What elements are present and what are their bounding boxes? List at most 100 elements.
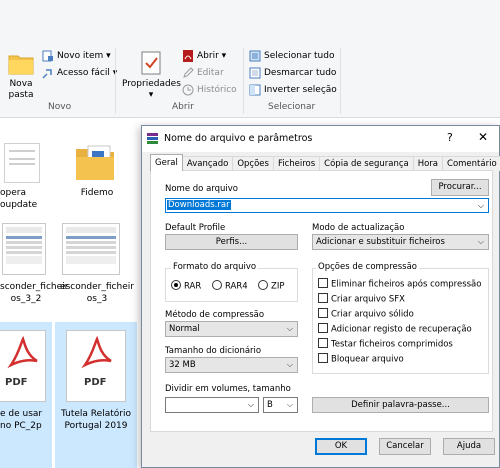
close-icon[interactable]: ✕: [478, 130, 488, 144]
easy-access-label: Acesso fácil: [57, 68, 110, 78]
select-all-icon: [249, 50, 261, 61]
file-name: sconder_ficheir os_3_2: [0, 282, 69, 304]
tab-backup[interactable]: Cópia de segurança: [319, 156, 414, 171]
select-all-button[interactable]: Selecionar tudo: [249, 48, 334, 64]
dictionary-size-select[interactable]: 32 MB ⌵: [165, 357, 298, 373]
properties-button[interactable]: Propriedades ▾: [122, 50, 181, 101]
ok-button[interactable]: OK: [315, 438, 367, 455]
update-mode-value: Adicionar e substituir ficheiros: [316, 237, 445, 247]
chevron-down-icon: ⌵: [286, 324, 293, 333]
checkbox-icon: [318, 308, 328, 318]
new-folder-icon: [8, 55, 34, 75]
checkbox-icon: [318, 293, 328, 303]
update-mode-select[interactable]: Adicionar e substituir ficheiros ⌵: [312, 234, 489, 250]
new-folder-button[interactable]: Nova pasta: [2, 50, 40, 101]
radio-label: RAR: [184, 281, 202, 292]
help-icon[interactable]: ?: [447, 131, 453, 144]
tab-time[interactable]: Hora: [412, 156, 444, 171]
tab-advanced[interactable]: Avançado: [181, 156, 234, 171]
file-name: Fidemo: [80, 188, 114, 198]
help-button[interactable]: Ajuda: [443, 438, 495, 455]
chevron-down-icon: ▾: [106, 51, 111, 61]
ribbon: Nova pasta Novo item ▾ Acesso fácil ▾ No…: [0, 0, 500, 118]
tab-options[interactable]: Opções: [232, 156, 274, 171]
file-name: Tutela Relatório Portugal 2019: [61, 409, 131, 431]
compression-method-select[interactable]: Normal ⌵: [165, 321, 298, 337]
file-item[interactable]: esconder_ficheir os_3: [58, 219, 136, 311]
file-name: esconder_ficheir os_3: [60, 282, 134, 304]
select-none-button[interactable]: Desmarcar tudo: [249, 65, 336, 81]
pdf-file-icon: PDF: [66, 330, 126, 402]
recovery-record-checkbox[interactable]: Adicionar registo de recuperação: [318, 323, 472, 336]
checkbox-icon: [318, 353, 328, 363]
easy-access-button[interactable]: Acesso fácil ▾: [42, 65, 117, 81]
new-item-icon: [42, 50, 53, 61]
select-none-icon: [249, 67, 261, 78]
edit-button[interactable]: Editar: [182, 65, 224, 81]
checkbox-label: Adicionar registo de recuperação: [331, 324, 472, 335]
create-sfx-checkbox[interactable]: Criar arquivo SFX: [318, 293, 405, 306]
radio-icon: [212, 280, 222, 290]
ribbon-separator: [243, 48, 244, 114]
invert-selection-button[interactable]: Inverter seleção: [249, 82, 337, 98]
dialog-title: Nome do arquivo e parâmetros: [164, 133, 313, 144]
image-thumbnail-icon: [2, 223, 46, 275]
invert-selection-icon: [249, 84, 261, 95]
file-item[interactable]: opera oupdate: [0, 129, 52, 210]
new-item-button[interactable]: Novo item ▾: [42, 48, 111, 64]
chevron-down-icon: ▾: [148, 90, 154, 100]
file-item[interactable]: sconder_ficheir os_3_2: [0, 219, 69, 311]
cancel-button[interactable]: Cancelar: [379, 438, 431, 455]
radio-label: RAR4: [225, 281, 248, 292]
solid-archive-checkbox[interactable]: Criar arquivo sólido: [318, 308, 414, 321]
tab-files[interactable]: Ficheiros: [272, 156, 321, 171]
browse-button[interactable]: Procurar...: [431, 179, 489, 196]
tab-comment[interactable]: Comentário: [442, 156, 500, 171]
file-item[interactable]: PDF e de usar no PC_2p: [0, 322, 52, 468]
set-password-button[interactable]: Definir palavra-passe...: [312, 397, 489, 413]
split-volumes-label: Dividir em volumes, tamanho: [165, 384, 291, 394]
folder-icon: [76, 145, 114, 180]
default-profile-label: Default Profile: [165, 223, 226, 233]
checkbox-icon: [318, 323, 328, 333]
split-unit-select[interactable]: B ⌵: [263, 397, 298, 413]
test-files-checkbox[interactable]: Testar ficheiros comprimidos: [318, 338, 453, 351]
format-zip-radio[interactable]: ZIP: [258, 280, 284, 293]
compression-method-label: Método de compressão: [165, 310, 265, 320]
pdf-badge: PDF: [84, 377, 107, 388]
ribbon-separator: [340, 48, 341, 114]
format-group-title: Formato do arquivo: [171, 262, 259, 272]
archive-name-value: Downloads.rar: [167, 200, 231, 210]
pdf-badge: PDF: [5, 377, 28, 388]
compression-method-value: Normal: [169, 324, 200, 334]
compression-options-title: Opções de compressão: [316, 262, 419, 272]
format-rar4-radio[interactable]: RAR4: [212, 280, 248, 293]
format-rar-radio[interactable]: RAR: [171, 280, 202, 293]
new-item-label: Novo item: [57, 51, 104, 61]
archive-dialog: Nome do arquivo e parâmetros ? ✕ Geral A…: [141, 125, 500, 468]
pdf-app-icon: [183, 49, 193, 62]
group-label-open: Abrir: [172, 102, 194, 112]
file-item[interactable]: Fidemo: [62, 129, 132, 199]
history-button[interactable]: Histórico: [182, 82, 237, 98]
profiles-button[interactable]: Perfis...: [165, 234, 298, 250]
file-item[interactable]: PDF Tutela Relatório Portugal 2019: [55, 322, 137, 468]
delete-after-checkbox[interactable]: Eliminar ficheiros após compressão: [318, 278, 481, 291]
tab-general[interactable]: Geral: [150, 154, 183, 171]
checkbox-label: Bloquear arquivo: [331, 354, 404, 365]
split-size-input[interactable]: ⌵: [165, 397, 259, 413]
dictionary-size-label: Tamanho do dicionário: [165, 346, 262, 356]
lock-archive-checkbox[interactable]: Bloquear arquivo: [318, 353, 404, 366]
chevron-down-icon[interactable]: ⌵: [478, 199, 484, 212]
checkbox-label: Testar ficheiros comprimidos: [331, 339, 453, 350]
checkbox-label: Criar arquivo sólido: [331, 309, 414, 320]
general-panel: Procurar... Nome do arquivo Downloads.ra…: [150, 170, 493, 432]
archive-name-input[interactable]: Downloads.rar ⌵: [165, 198, 489, 213]
open-button[interactable]: Abrir ▾: [182, 48, 226, 64]
chevron-down-icon: ⌵: [247, 400, 254, 409]
image-thumbnail-icon: [62, 223, 120, 275]
radio-icon: [258, 280, 268, 290]
checkbox-label: Criar arquivo SFX: [331, 294, 405, 305]
archive-name-label: Nome do arquivo: [165, 184, 238, 194]
group-label-select: Selecionar: [268, 102, 316, 112]
